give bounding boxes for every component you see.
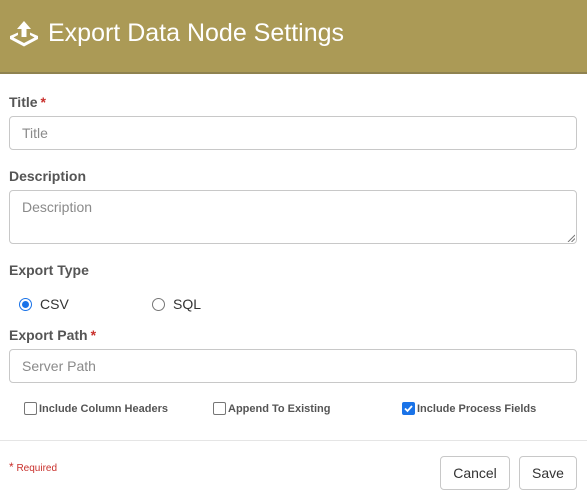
dialog-header: Export Data Node Settings	[0, 0, 587, 74]
checkbox-append-to-existing[interactable]: Append To Existing	[213, 402, 330, 415]
append-to-existing-label: Append To Existing	[228, 402, 331, 415]
radio-sql[interactable]: SQL	[152, 296, 201, 312]
export-path-label: Export Path *	[9, 327, 96, 343]
required-note-text: Required	[16, 463, 58, 474]
include-process-fields-checkbox[interactable]	[402, 402, 415, 415]
title-label-text: Title	[9, 94, 38, 110]
radio-csv-label: CSV	[40, 296, 69, 312]
export-type-label: Export Type	[9, 262, 89, 278]
checkmark-icon	[404, 405, 413, 413]
description-label: Description	[9, 168, 87, 184]
radio-sql-label: SQL	[173, 296, 202, 312]
resize-handle-icon[interactable]	[567, 234, 575, 242]
dialog-title: Export Data Node Settings	[48, 19, 344, 47]
title-required-mark: *	[40, 94, 46, 110]
export-path-label-text: Export Path	[9, 327, 88, 343]
footer-divider	[0, 440, 587, 441]
include-column-headers-label: Include Column Headers	[39, 402, 168, 415]
checkbox-include-column-headers[interactable]: Include Column Headers	[24, 402, 168, 415]
include-process-fields-label: Include Process Fields	[417, 402, 537, 415]
export-path-required-mark: *	[90, 327, 97, 343]
radio-csv-button[interactable]	[19, 297, 32, 311]
save-button[interactable]: Save	[519, 456, 577, 490]
include-column-headers-checkbox[interactable]	[24, 402, 37, 415]
required-note: * Required	[9, 460, 57, 474]
append-to-existing-checkbox[interactable]	[213, 402, 226, 415]
description-textarea[interactable]	[9, 190, 577, 244]
radio-csv[interactable]: CSV	[19, 296, 69, 312]
checkbox-include-process-fields[interactable]: Include Process Fields	[402, 402, 536, 415]
export-icon	[8, 18, 40, 50]
cancel-button[interactable]: Cancel	[440, 456, 510, 490]
title-label: Title *	[9, 94, 46, 110]
title-input[interactable]	[9, 116, 577, 150]
export-path-input[interactable]	[9, 349, 577, 383]
required-note-star: *	[9, 460, 14, 474]
radio-sql-button[interactable]	[152, 297, 165, 311]
